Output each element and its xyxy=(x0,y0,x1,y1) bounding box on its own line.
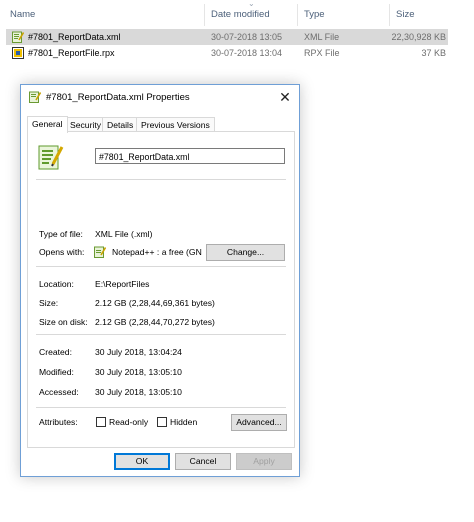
file-type: XML File xyxy=(304,32,340,42)
size-value: 2.12 GB (2,28,44,69,361 bytes) xyxy=(95,298,215,308)
location-value: E:\ReportFiles xyxy=(95,279,150,289)
readonly-checkbox[interactable] xyxy=(96,417,106,427)
advanced-button[interactable]: Advanced... xyxy=(231,414,287,431)
column-header-type[interactable]: Type xyxy=(304,0,325,28)
size-on-disk-label: Size on disk: xyxy=(39,317,88,327)
ok-button[interactable]: OK xyxy=(114,453,170,470)
tab-details[interactable]: Details xyxy=(102,117,139,132)
notepadpp-icon xyxy=(94,246,106,258)
column-header-size[interactable]: Size xyxy=(396,0,414,28)
notepadpp-xml-icon xyxy=(12,31,24,43)
divider xyxy=(36,334,286,335)
column-header-bar: ⌄ Name Date modified Type Size xyxy=(0,0,474,28)
column-separator[interactable] xyxy=(204,4,205,26)
tab-general[interactable]: General xyxy=(27,116,68,133)
hidden-checkbox[interactable] xyxy=(157,417,167,427)
general-panel: #7801_ReportData.xml Type of file: XML F… xyxy=(27,131,295,448)
file-name-input[interactable]: #7801_ReportData.xml xyxy=(95,148,285,164)
attributes-label: Attributes: xyxy=(39,417,78,427)
hidden-label: Hidden xyxy=(170,417,198,427)
opens-with-label: Opens with: xyxy=(39,247,85,257)
file-date: 30-07-2018 13:05 xyxy=(211,32,283,42)
accessed-value: 30 July 2018, 13:05:10 xyxy=(95,387,182,397)
modified-label: Modified: xyxy=(39,367,74,377)
notepadpp-xml-icon xyxy=(38,145,64,170)
file-row[interactable]: #7801_ReportData.xml 30-07-2018 13:05 XM… xyxy=(6,29,448,45)
file-size: 22,30,928 KB xyxy=(391,32,446,42)
readonly-label: Read-only xyxy=(109,417,149,427)
divider xyxy=(36,179,286,180)
file-size: 37 KB xyxy=(421,48,446,58)
file-row[interactable]: #7801_ReportFile.rpx 30-07-2018 13:04 RP… xyxy=(6,45,448,61)
location-label: Location: xyxy=(39,279,74,289)
file-type: RPX File xyxy=(304,48,340,58)
column-separator[interactable] xyxy=(389,4,390,26)
tab-previous-versions[interactable]: Previous Versions xyxy=(136,117,215,132)
opens-with-value: Notepad++ : a free (GN xyxy=(112,247,202,257)
column-header-name[interactable]: Name xyxy=(10,0,35,28)
accessed-label: Accessed: xyxy=(39,387,79,397)
divider xyxy=(36,266,286,267)
type-value: XML File (.xml) xyxy=(95,229,153,239)
rpx-file-icon xyxy=(12,47,24,59)
column-separator[interactable] xyxy=(297,4,298,26)
dialog-title: #7801_ReportData.xml Properties xyxy=(46,92,190,103)
modified-value: 30 July 2018, 13:05:10 xyxy=(95,367,182,377)
properties-dialog: #7801_ReportData.xml Properties ✕ Genera… xyxy=(20,84,300,477)
close-icon[interactable]: ✕ xyxy=(275,87,295,107)
apply-button[interactable]: Apply xyxy=(236,453,292,470)
tab-security[interactable]: Security xyxy=(65,117,107,132)
file-date: 30-07-2018 13:04 xyxy=(211,48,283,58)
size-on-disk-value: 2.12 GB (2,28,44,70,272 bytes) xyxy=(95,317,215,327)
type-label: Type of file: xyxy=(39,229,83,239)
file-name: #7801_ReportData.xml xyxy=(28,32,121,42)
change-button[interactable]: Change... xyxy=(206,244,285,261)
file-name: #7801_ReportFile.rpx xyxy=(28,48,115,58)
column-header-date[interactable]: Date modified xyxy=(211,0,270,28)
created-value: 30 July 2018, 13:04:24 xyxy=(95,347,182,357)
cancel-button[interactable]: Cancel xyxy=(175,453,231,470)
dialog-titlebar[interactable]: #7801_ReportData.xml Properties ✕ xyxy=(21,85,299,109)
divider xyxy=(36,407,286,408)
size-label: Size: xyxy=(39,298,59,308)
created-label: Created: xyxy=(39,347,72,357)
notepadpp-xml-icon xyxy=(29,91,41,103)
